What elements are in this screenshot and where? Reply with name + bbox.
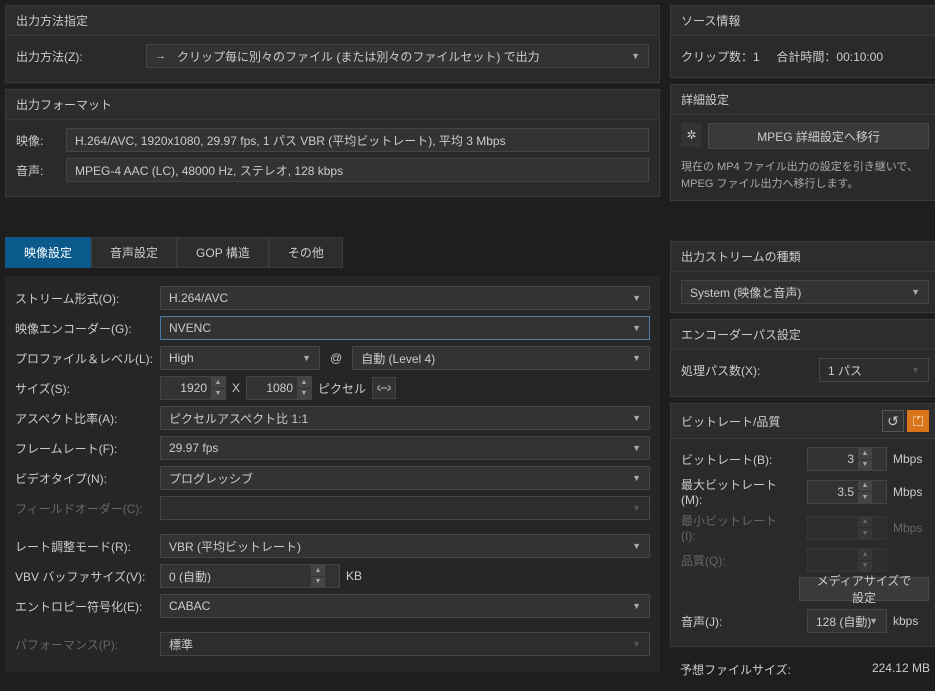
profile-select[interactable]: High bbox=[160, 346, 320, 370]
bitrate-unit: Mbps bbox=[893, 452, 929, 466]
width-up-icon[interactable]: ▲ bbox=[211, 377, 225, 389]
tab-audio[interactable]: 音声設定 bbox=[91, 237, 177, 268]
gear-icon: ✲ bbox=[681, 123, 702, 147]
link-size-icon[interactable] bbox=[372, 377, 396, 399]
aspect-label: アスペクト比率(A): bbox=[15, 410, 160, 427]
size-unit: ピクセル bbox=[318, 380, 366, 397]
fps-label: フレームレート(F): bbox=[15, 440, 160, 457]
reset-icon[interactable]: ↺ bbox=[882, 410, 904, 432]
vbv-unit: KB bbox=[346, 569, 362, 583]
bitrate-label: ビットレート(B): bbox=[681, 451, 791, 468]
ratemode-label: レート調整モード(R): bbox=[15, 538, 160, 555]
advanced-panel: 詳細設定 ✲ MPEG 詳細設定へ移行 現在の MP4 ファイル出力の設定を引き… bbox=[670, 84, 935, 201]
output-method-label: 出力方法(Z): bbox=[16, 48, 146, 65]
settings-tabs: 映像設定 音声設定 GOP 構造 その他 bbox=[5, 237, 660, 268]
min-bitrate-unit: Mbps bbox=[893, 521, 929, 535]
bitrate-input[interactable]: ▲▼ bbox=[807, 447, 887, 471]
encoder-pass-panel: エンコーダーパス設定 処理パス数(X): 1 パス bbox=[670, 319, 935, 397]
height-up-icon[interactable]: ▲ bbox=[297, 377, 311, 389]
level-select[interactable]: 自動 (Level 4) bbox=[352, 346, 650, 370]
stream-format-label: ストリーム形式(O): bbox=[15, 290, 160, 307]
encoder-pass-title: エンコーダーパス設定 bbox=[671, 320, 935, 350]
aspect-select[interactable]: ピクセルアスペクト比 1:1 bbox=[160, 406, 650, 430]
output-method-title: 出力方法指定 bbox=[6, 6, 659, 36]
vbv-down-icon[interactable]: ▼ bbox=[311, 577, 325, 588]
tab-gop[interactable]: GOP 構造 bbox=[177, 237, 269, 268]
videotype-label: ビデオタイプ(N): bbox=[15, 470, 160, 487]
height-down-icon[interactable]: ▼ bbox=[297, 389, 311, 400]
lock-bitrate-icon[interactable]: ⏍ bbox=[907, 410, 929, 432]
output-method-select[interactable]: → クリップ毎に別々のファイル (または別々のファイルセット) で出力 bbox=[146, 44, 649, 68]
output-format-panel: 出力フォーマット 映像: H.264/AVC, 1920x1080, 29.97… bbox=[5, 89, 660, 197]
quality-label: 品質(Q): bbox=[681, 552, 791, 569]
source-info-panel: ソース情報 クリップ数：1 合計時間：00:10:00 bbox=[670, 5, 935, 78]
height-input[interactable]: ▲▼ bbox=[246, 376, 312, 400]
bitrate-panel: ビットレート/品質 ↺ ⏍ ビットレート(B): ▲▼ Mbps 最大ビットレー… bbox=[670, 403, 935, 647]
stream-format-select[interactable]: H.264/AVC bbox=[160, 286, 650, 310]
profile-label: プロファイル＆レベル(L): bbox=[15, 350, 160, 367]
performance-label: パフォーマンス(P): bbox=[15, 636, 160, 653]
output-method-value: クリップ毎に別々のファイル (または別々のファイルセット) で出力 bbox=[177, 48, 540, 65]
fieldorder-label: フィールドオーダー(C): bbox=[15, 500, 160, 517]
media-size-button[interactable]: メディアサイズで設定 bbox=[799, 577, 929, 601]
min-bitrate-label: 最小ビットレート(I): bbox=[681, 512, 791, 543]
video-format-value: H.264/AVC, 1920x1080, 29.97 fps, 1 パス VB… bbox=[66, 128, 649, 152]
source-info-title: ソース情報 bbox=[671, 6, 935, 36]
fps-select[interactable]: 29.97 fps bbox=[160, 436, 650, 460]
video-format-label: 映像: bbox=[16, 132, 66, 149]
output-stream-panel: 出力ストリームの種類 System (映像と音声) bbox=[670, 241, 935, 313]
estimated-size-value: 224.12 MB bbox=[872, 661, 930, 678]
quality-input: ▲▼ bbox=[807, 548, 887, 572]
performance-select: 標準 bbox=[160, 632, 650, 656]
max-bitrate-up-icon[interactable]: ▲ bbox=[858, 481, 872, 493]
encoder-label: 映像エンコーダー(G): bbox=[15, 320, 160, 337]
mpeg-advanced-button[interactable]: MPEG 詳細設定へ移行 bbox=[708, 123, 929, 149]
output-split-icon: → bbox=[155, 48, 171, 64]
max-bitrate-input[interactable]: ▲▼ bbox=[807, 480, 887, 504]
width-down-icon[interactable]: ▼ bbox=[211, 389, 225, 400]
videotype-select[interactable]: プログレッシブ bbox=[160, 466, 650, 490]
estimated-size-label: 予想ファイルサイズ: bbox=[680, 661, 791, 678]
min-bitrate-input: ▲▼ bbox=[807, 516, 887, 540]
estimated-size-row: 予想ファイルサイズ: 224.12 MB bbox=[670, 653, 935, 686]
ratemode-select[interactable]: VBR (平均ビットレート) bbox=[160, 534, 650, 558]
size-label: サイズ(S): bbox=[15, 380, 160, 397]
entropy-label: エントロピー符号化(E): bbox=[15, 598, 160, 615]
audio-bitrate-label: 音声(J): bbox=[681, 613, 791, 630]
encoder-select[interactable]: NVENC bbox=[160, 316, 650, 340]
source-info-line: クリップ数：1 合計時間：00:10:00 bbox=[681, 44, 929, 69]
audio-format-label: 音声: bbox=[16, 162, 66, 179]
fieldorder-select bbox=[160, 496, 650, 520]
video-settings-body: ストリーム形式(O): H.264/AVC 映像エンコーダー(G): NVENC… bbox=[5, 276, 660, 672]
output-stream-title: 出力ストリームの種類 bbox=[671, 242, 935, 272]
output-stream-select[interactable]: System (映像と音声) bbox=[681, 280, 929, 304]
audio-format-value: MPEG-4 AAC (LC), 48000 Hz, ステレオ, 128 kbp… bbox=[66, 158, 649, 182]
tab-other[interactable]: その他 bbox=[269, 237, 343, 268]
output-format-title: 出力フォーマット bbox=[6, 90, 659, 120]
width-input[interactable]: ▲▼ bbox=[160, 376, 226, 400]
output-method-panel: 出力方法指定 出力方法(Z): → クリップ毎に別々のファイル (または別々のフ… bbox=[5, 5, 660, 83]
advanced-desc: 現在の MP4 ファイル出力の設定を引き継いで、MPEG ファイル出力へ移行しま… bbox=[681, 155, 929, 192]
audio-bitrate-unit: kbps bbox=[893, 614, 929, 628]
entropy-select[interactable]: CABAC bbox=[160, 594, 650, 618]
size-x: X bbox=[232, 381, 240, 395]
max-bitrate-down-icon[interactable]: ▼ bbox=[858, 492, 872, 503]
tab-video[interactable]: 映像設定 bbox=[5, 237, 91, 268]
audio-bitrate-select[interactable]: 128 (自動) bbox=[807, 609, 887, 633]
pass-count-label: 処理パス数(X): bbox=[681, 362, 781, 379]
max-bitrate-unit: Mbps bbox=[893, 485, 929, 499]
pass-count-select: 1 パス bbox=[819, 358, 929, 382]
bitrate-title: ビットレート/品質 bbox=[681, 413, 780, 430]
vbv-input[interactable]: ▲▼ bbox=[160, 564, 340, 588]
advanced-title: 詳細設定 bbox=[671, 85, 935, 115]
max-bitrate-label: 最大ビットレート(M): bbox=[681, 476, 791, 507]
vbv-up-icon[interactable]: ▲ bbox=[311, 565, 325, 577]
vbv-label: VBV バッファサイズ(V): bbox=[15, 568, 160, 585]
bitrate-up-icon[interactable]: ▲ bbox=[858, 448, 872, 460]
bitrate-down-icon[interactable]: ▼ bbox=[858, 460, 872, 471]
profile-at: @ bbox=[330, 351, 342, 365]
